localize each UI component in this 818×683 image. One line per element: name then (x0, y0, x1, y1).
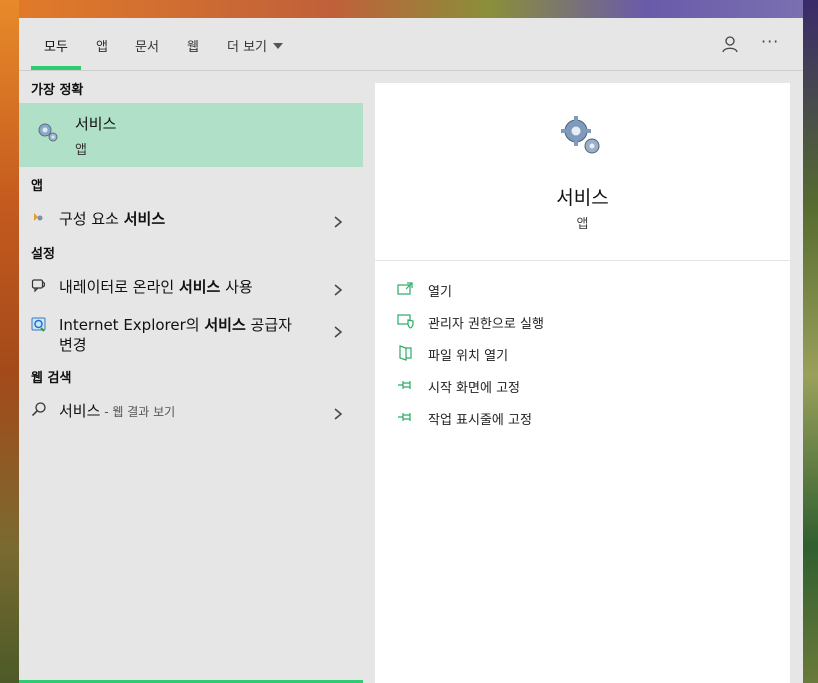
action-run-as-admin-label: 관리자 권한으로 실행 (428, 317, 544, 332)
pin-icon (397, 377, 415, 393)
desktop-wallpaper-top (19, 0, 803, 18)
chevron-right-icon[interactable] (333, 405, 343, 420)
desktop-wallpaper-right (803, 0, 818, 683)
preview-subtitle: 앱 (576, 217, 589, 232)
gears-icon (35, 119, 61, 145)
search-icon (31, 401, 47, 417)
chevron-right-icon[interactable] (333, 281, 343, 296)
chevron-down-icon (273, 43, 284, 49)
settings-result-ie-line2: 변경 (59, 336, 87, 354)
more-options-icon[interactable]: ··· (761, 32, 779, 51)
preview-divider (375, 260, 790, 261)
action-pin-to-taskbar-label: 작업 표시줄에 고정 (428, 413, 532, 428)
tab-apps[interactable]: 앱 (96, 36, 108, 56)
best-match-title: 서비스 (75, 115, 117, 133)
preview-panel: 서비스 앱 열기 관리자 권한으로 실행 파일 위치 열기 시작 화면에 고정 … (375, 83, 790, 683)
active-tab-indicator (31, 66, 81, 70)
best-match-header: 가장 정확 (31, 83, 84, 98)
best-match-item[interactable]: 서비스 앱 (19, 103, 363, 167)
results-panel: 가장 정확 서비스 앱 앱 구성 요소 서비스 설정 내레이터로 온라인 서비스… (19, 71, 363, 683)
tab-more-label: 더 보기 (227, 40, 268, 55)
web-search-term: 서비스 (59, 402, 101, 420)
component-services-icon (31, 209, 47, 225)
tab-documents[interactable]: 문서 (135, 36, 159, 56)
app-result-match: 서비스 (123, 210, 166, 228)
tab-all[interactable]: 모두 (44, 36, 68, 56)
chevron-right-icon[interactable] (333, 213, 343, 228)
action-open-file-location-label: 파일 위치 열기 (428, 349, 509, 364)
app-result-component-services[interactable]: 구성 요소 서비스 (19, 203, 363, 233)
settings-result-ie-provider[interactable]: Internet Explorer의 서비스 공급자변경 (19, 311, 363, 357)
settings-result-narrator[interactable]: 내레이터로 온라인 서비스 사용 (19, 271, 363, 301)
desktop-wallpaper-left (0, 0, 19, 683)
search-window: 모두 앱 문서 웹 더 보기 ··· 가장 정확 서비스 앱 앱 구성 요소 서… (19, 18, 803, 683)
settings-result-suffix: 사용 (220, 278, 253, 296)
settings-header: 설정 (31, 247, 55, 262)
apps-header: 앱 (31, 179, 43, 194)
app-result-prefix: 구성 요소 (59, 210, 124, 228)
best-match-subtitle: 앱 (75, 143, 87, 158)
preview-title: 서비스 (556, 187, 609, 209)
file-location-icon (397, 345, 415, 361)
chevron-right-icon[interactable] (333, 323, 343, 338)
web-search-header: 웹 검색 (31, 371, 72, 386)
open-icon (397, 281, 415, 297)
action-pin-to-start-label: 시작 화면에 고정 (428, 381, 520, 396)
action-open-label: 열기 (428, 285, 452, 300)
web-search-hint: - 웹 결과 보기 (100, 405, 176, 419)
settings-result-ie-suffix: 공급자 (245, 316, 292, 334)
internet-explorer-icon (31, 316, 47, 332)
narrator-icon (31, 277, 47, 293)
web-search-label: 서비스 - 웹 결과 보기 (59, 400, 175, 421)
gears-icon (559, 113, 605, 159)
tab-bar: 모두 앱 문서 웹 더 보기 ··· (19, 18, 803, 71)
settings-result-ie-label: Internet Explorer의 서비스 공급자변경 (59, 315, 292, 355)
app-result-label: 구성 요소 서비스 (59, 208, 165, 229)
tab-more[interactable]: 더 보기 (227, 36, 284, 56)
pin-icon (397, 409, 415, 425)
settings-result-ie-match: 서비스 (204, 316, 246, 334)
tab-web[interactable]: 웹 (187, 36, 199, 56)
web-search-result[interactable]: 서비스 - 웹 결과 보기 (19, 395, 363, 425)
settings-result-match: 서비스 (178, 278, 221, 296)
feedback-icon[interactable] (720, 34, 740, 54)
run-as-admin-icon (397, 313, 415, 329)
settings-result-prefix: 내레이터로 온라인 (59, 278, 179, 296)
settings-result-label: 내레이터로 온라인 서비스 사용 (59, 276, 253, 297)
settings-result-ie-prefix: Internet Explorer의 (59, 316, 205, 334)
